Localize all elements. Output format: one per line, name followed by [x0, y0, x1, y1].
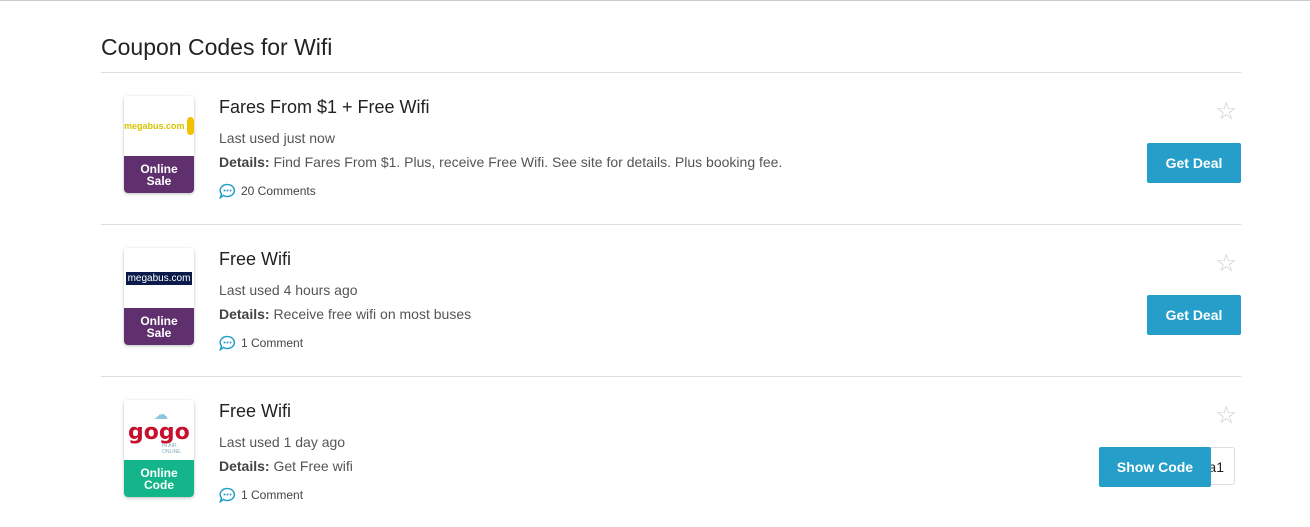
store-logo[interactable]: ☁ gogo IN AIR. ONLINE. Online Code	[124, 400, 194, 497]
comment-icon	[219, 183, 236, 199]
page-title: Coupon Codes for Wifi	[101, 34, 333, 60]
get-deal-button[interactable]: Get Deal	[1147, 143, 1241, 183]
coupon-title[interactable]: Free Wifi	[219, 249, 291, 270]
coupon-details: Details: Find Fares From $1. Plus, recei…	[219, 154, 783, 170]
comments-link[interactable]: 1 Comment	[219, 487, 303, 503]
store-logo[interactable]: megabus.com Online Sale	[124, 248, 194, 345]
last-used: Last used just now	[219, 130, 335, 146]
comments-link[interactable]: 1 Comment	[219, 335, 303, 351]
get-deal-button[interactable]: Get Deal	[1147, 295, 1241, 335]
comments-link[interactable]: 20 Comments	[219, 183, 316, 199]
coupon-type-badge: Online Code	[124, 460, 194, 497]
gogo-logo: ☁ gogo IN AIR. ONLINE.	[128, 405, 190, 455]
coupon-item: megabus.com Online Sale Free Wifi Last u…	[101, 225, 1241, 375]
coupon-item: megabus.com Online Sale Fares From $1 + …	[101, 73, 1241, 223]
last-used: Last used 4 hours ago	[219, 282, 358, 298]
coupon-details: Details: Receive free wifi on most buses	[219, 306, 472, 322]
coupon-item: ☁ gogo IN AIR. ONLINE. Online Code Free Wi…	[101, 377, 1241, 527]
megabus-logo: megabus.com	[125, 271, 193, 285]
comment-icon	[219, 335, 236, 351]
star-icon[interactable]: ☆	[1215, 401, 1237, 430]
star-icon[interactable]: ☆	[1215, 249, 1237, 278]
megabus-logo: megabus.com	[124, 96, 194, 156]
last-used: Last used 1 day ago	[219, 434, 346, 450]
show-code-button[interactable]: Show Code	[1099, 447, 1211, 487]
coupon-type-badge: Online Sale	[124, 308, 194, 345]
coupon-title[interactable]: Fares From $1 + Free Wifi	[219, 97, 430, 118]
coupon-details: Details: Get Free wifi	[219, 458, 353, 474]
coupon-title[interactable]: Free Wifi	[219, 401, 291, 422]
star-icon[interactable]: ☆	[1215, 97, 1237, 126]
comment-icon	[219, 487, 236, 503]
store-logo[interactable]: megabus.com Online Sale	[124, 96, 194, 193]
coupon-type-badge: Online Sale	[124, 156, 194, 193]
